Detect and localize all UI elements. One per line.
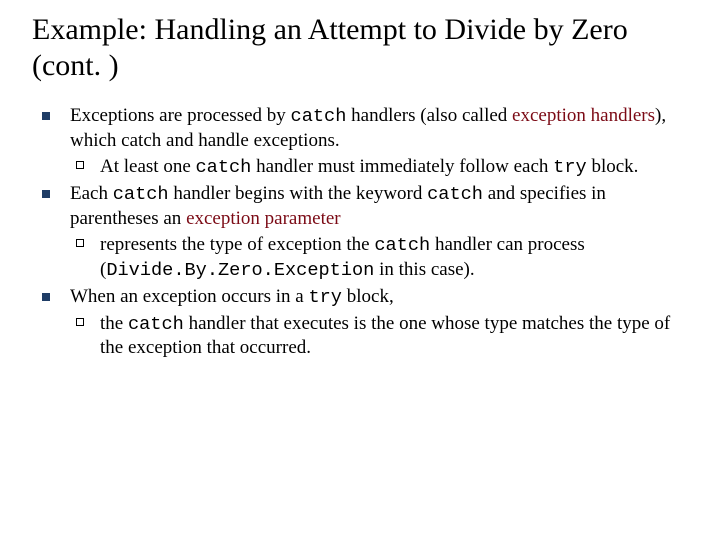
code: try xyxy=(308,286,342,308)
sub-list: represents the type of exception the cat… xyxy=(70,233,688,283)
code: catch xyxy=(291,105,347,127)
code: catch xyxy=(113,183,169,205)
code: catch xyxy=(128,313,184,335)
term: exception parameter xyxy=(186,208,341,229)
sub-item: the catch handler that executes is the o… xyxy=(70,312,688,361)
text: the xyxy=(100,313,128,334)
slide-body: Exceptions are processed by catch handle… xyxy=(36,104,688,361)
text: Each xyxy=(70,183,113,204)
text: block, xyxy=(342,286,394,307)
slide-title: Example: Handling an Attempt to Divide b… xyxy=(32,12,688,84)
sub-item: represents the type of exception the cat… xyxy=(70,233,688,283)
text: handler must immediately follow each xyxy=(251,156,553,177)
sub-list: the catch handler that executes is the o… xyxy=(70,312,688,361)
text: handler begins with the keyword xyxy=(169,183,428,204)
text: handlers (also called xyxy=(346,105,512,126)
sub-list: At least one catch handler must immediat… xyxy=(70,155,688,180)
text: in this case). xyxy=(374,259,474,280)
bullet-item-1: Exceptions are processed by catch handle… xyxy=(36,104,688,180)
bullet-item-3: When an exception occurs in a try block,… xyxy=(36,285,688,361)
text: Exceptions are processed by xyxy=(70,105,291,126)
code: try xyxy=(553,156,587,178)
code: catch xyxy=(427,183,483,205)
bullet-item-2: Each catch handler begins with the keywo… xyxy=(36,182,688,283)
text: When an exception occurs in a xyxy=(70,286,308,307)
text: At least one xyxy=(100,156,196,177)
sub-item: At least one catch handler must immediat… xyxy=(70,155,688,180)
bullet-list: Exceptions are processed by catch handle… xyxy=(36,104,688,361)
text: represents the type of exception the xyxy=(100,234,374,255)
code: Divide.By.Zero.Exception xyxy=(106,259,374,281)
slide: Example: Handling an Attempt to Divide b… xyxy=(0,0,720,540)
text: block. xyxy=(587,156,639,177)
code: catch xyxy=(374,234,430,256)
text: handler that executes is the one whose t… xyxy=(100,313,670,359)
code: catch xyxy=(196,156,252,178)
term: exception handlers xyxy=(512,105,655,126)
